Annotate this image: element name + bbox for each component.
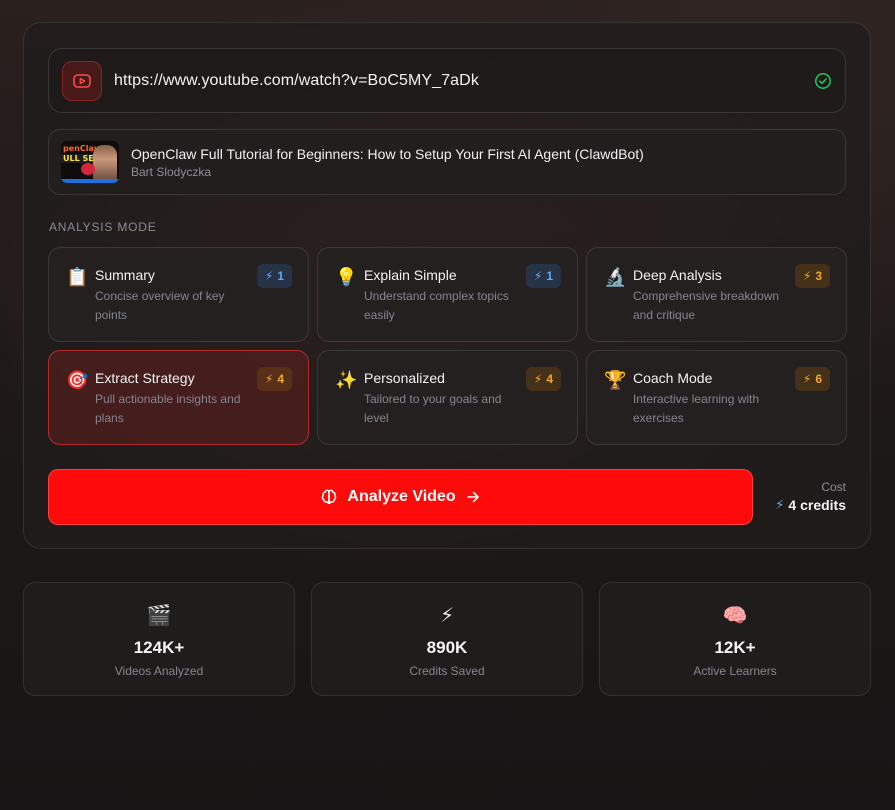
- stat-value: 124K+: [133, 638, 185, 657]
- credit-badge: ⚡ 4: [256, 367, 292, 391]
- lightbulb-icon: 💡: [335, 267, 358, 287]
- check-circle-icon: [814, 72, 832, 90]
- mode-card-extract-strategy[interactable]: 🎯 Extract Strategy Pull actionable insig…: [48, 350, 309, 445]
- mode-description: Comprehensive breakdown and critique: [633, 289, 780, 322]
- mode-card-summary[interactable]: 📋 Summary Concise overview of key points…: [48, 247, 309, 342]
- clipboard-icon: 📋: [66, 267, 89, 287]
- mode-title: Coach Mode: [633, 370, 713, 386]
- stat-label: Active Learners: [693, 664, 777, 678]
- analyze-button-label: Analyze Video: [347, 488, 456, 505]
- stat-credits-saved: ⚡ 890K Credits Saved: [311, 582, 583, 696]
- mode-title: Personalized: [364, 370, 445, 386]
- video-thumbnail: penClaw ULL SETUP: [61, 141, 119, 183]
- clapperboard-icon: 🎬: [146, 605, 172, 627]
- video-author: Bart Slodyczka: [131, 164, 212, 179]
- mode-description: Tailored to your goals and level: [364, 392, 502, 425]
- url-input[interactable]: https://www.youtube.com/watch?v=BoC5MY_7…: [114, 72, 814, 90]
- video-preview: penClaw ULL SETUP OpenClaw Full Tutorial…: [48, 129, 846, 195]
- bolt-icon: ⚡: [533, 269, 543, 283]
- target-icon: 🎯: [66, 370, 89, 390]
- mode-card-coach-mode[interactable]: 🏆 Coach Mode Interactive learning with e…: [586, 350, 847, 445]
- credit-badge: ⚡ 4: [525, 367, 561, 391]
- mode-title: Extract Strategy: [95, 370, 195, 386]
- mode-title: Summary: [95, 267, 155, 283]
- cost-summary: Cost ⚡ 4 credits: [775, 480, 846, 513]
- analyzer-card: https://www.youtube.com/watch?v=BoC5MY_7…: [23, 22, 871, 549]
- bolt-icon: ⚡: [264, 269, 274, 283]
- brain-icon: [320, 488, 338, 506]
- cost-value: ⚡ 4 credits: [775, 497, 846, 513]
- arrow-right-icon: [465, 489, 481, 505]
- credit-badge: ⚡ 1: [256, 264, 292, 288]
- mode-description: Understand complex topics easily: [364, 289, 509, 322]
- stat-label: Videos Analyzed: [114, 664, 204, 678]
- stat-active-learners: 🧠 12K+ Active Learners: [599, 582, 871, 696]
- stat-value: 12K+: [714, 638, 756, 657]
- trophy-icon: 🏆: [604, 370, 627, 390]
- cost-label: Cost: [821, 480, 846, 494]
- youtube-icon: [62, 60, 102, 101]
- bolt-icon: ⚡: [533, 372, 543, 386]
- credit-badge: ⚡ 1: [525, 264, 561, 288]
- microscope-icon: 🔬: [604, 267, 627, 287]
- sparkles-icon: ✨: [335, 370, 358, 390]
- bolt-icon: ⚡: [264, 372, 274, 386]
- bolt-icon: ⚡: [775, 497, 785, 512]
- stat-label: Credits Saved: [409, 664, 485, 678]
- analysis-mode-label: ANALYSIS MODE: [49, 220, 157, 234]
- bolt-icon: ⚡: [802, 372, 812, 386]
- mode-description: Interactive learning with exercises: [633, 392, 760, 425]
- bolt-icon: ⚡: [439, 605, 455, 627]
- analyze-video-button[interactable]: Analyze Video: [48, 469, 753, 525]
- credit-badge: ⚡ 3: [794, 264, 830, 288]
- mode-title: Deep Analysis: [633, 267, 722, 283]
- mode-card-explain-simple[interactable]: 💡 Explain Simple Understand complex topi…: [317, 247, 578, 342]
- url-input-bar[interactable]: https://www.youtube.com/watch?v=BoC5MY_7…: [48, 48, 846, 113]
- brain-icon: 🧠: [722, 605, 748, 627]
- credit-badge: ⚡ 6: [794, 367, 830, 391]
- mode-description: Concise overview of key points: [95, 289, 225, 322]
- stat-value: 890K: [426, 638, 468, 657]
- stat-videos-analyzed: 🎬 124K+ Videos Analyzed: [23, 582, 295, 696]
- video-title: OpenClaw Full Tutorial for Beginners: Ho…: [131, 145, 644, 162]
- bolt-icon: ⚡: [802, 269, 812, 283]
- mode-description: Pull actionable insights and plans: [95, 392, 241, 425]
- mode-card-deep-analysis[interactable]: 🔬 Deep Analysis Comprehensive breakdown …: [586, 247, 847, 342]
- mode-card-personalized[interactable]: ✨ Personalized Tailored to your goals an…: [317, 350, 578, 445]
- mode-title: Explain Simple: [364, 267, 457, 283]
